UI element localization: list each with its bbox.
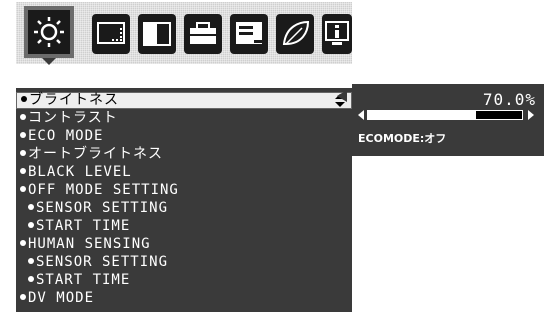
- menu-item[interactable]: コントラスト: [16, 110, 352, 127]
- value-panel: 70.0% ECOMODE:オフ: [352, 84, 544, 156]
- menu-item[interactable]: オートブライトネス: [16, 146, 352, 163]
- bullet-icon: [21, 96, 27, 102]
- menu-item[interactable]: ECO MODE: [16, 128, 352, 145]
- menu-item[interactable]: HUMAN SENSING: [16, 236, 352, 253]
- tab-brightness[interactable]: [24, 6, 74, 58]
- slider-left-arrow-icon: [358, 110, 364, 120]
- menu-item[interactable]: SENSOR SETTING: [16, 254, 352, 271]
- panel-connector: [337, 90, 347, 102]
- menu-item-label: BLACK LEVEL: [28, 164, 132, 180]
- menu-item-label: オートブライトネス: [28, 146, 163, 162]
- menu-item-label: START TIME: [36, 218, 131, 234]
- bullet-icon: [20, 114, 26, 120]
- bullet-icon: [28, 258, 34, 264]
- bullet-icon: [20, 168, 26, 174]
- brightness-sun-icon: [28, 10, 70, 54]
- eco-leaf-icon: [282, 20, 310, 45]
- tab-menu-tools[interactable]: [230, 14, 268, 54]
- bullet-icon: [20, 132, 26, 138]
- bullet-icon: [28, 204, 34, 210]
- menu-item-label: OFF MODE SETTING: [28, 182, 179, 198]
- menu-item-label: ブライトネス: [29, 92, 119, 108]
- brightness-slider[interactable]: [358, 110, 534, 120]
- bullet-icon: [20, 240, 26, 246]
- menu-item-label: DV MODE: [28, 290, 95, 306]
- menu-item[interactable]: ブライトネス: [16, 92, 352, 109]
- osd-icon-toolbar: [16, 2, 352, 65]
- osd-menu-icon: [236, 22, 262, 44]
- osd-menu-panel: ブライトネス コントラスト ECO MODE オートブライトネス BLACK LEVEL…: [16, 88, 352, 312]
- menu-item-label: コントラスト: [28, 110, 118, 126]
- active-tab-pointer: [42, 58, 56, 65]
- screen-size-icon: [97, 22, 125, 44]
- slider-fill: [368, 111, 476, 119]
- tab-eco[interactable]: [276, 14, 314, 54]
- slider-right-arrow-icon: [528, 110, 534, 120]
- menu-item[interactable]: SENSOR SETTING: [16, 200, 352, 217]
- tab-screen[interactable]: [92, 14, 130, 54]
- tab-information[interactable]: [322, 14, 352, 54]
- menu-item[interactable]: DV MODE: [16, 290, 352, 307]
- bullet-icon: [20, 150, 26, 156]
- menu-item[interactable]: BLACK LEVEL: [16, 164, 352, 181]
- menu-item-label: START TIME: [36, 272, 131, 288]
- menu-item-label: ECO MODE: [28, 128, 104, 144]
- menu-item-label: SENSOR SETTING: [36, 200, 169, 216]
- menu-item[interactable]: OFF MODE SETTING: [16, 182, 352, 199]
- menu-item-label: SENSOR SETTING: [36, 254, 169, 270]
- menu-item[interactable]: START TIME: [16, 218, 352, 235]
- bullet-icon: [20, 186, 26, 192]
- color-contrast-icon: [143, 22, 171, 46]
- bullet-icon: [28, 222, 34, 228]
- brightness-value: 70.0%: [482, 90, 536, 109]
- toolbox-icon: [190, 22, 216, 44]
- bullet-icon: [20, 294, 26, 300]
- menu-item[interactable]: START TIME: [16, 272, 352, 289]
- information-icon: [325, 21, 349, 45]
- bullet-icon: [28, 276, 34, 282]
- tab-color[interactable]: [138, 14, 176, 54]
- tab-tools[interactable]: [184, 14, 222, 54]
- eco-mode-status: ECOMODE:オフ: [358, 132, 447, 145]
- menu-item-label: HUMAN SENSING: [28, 236, 151, 252]
